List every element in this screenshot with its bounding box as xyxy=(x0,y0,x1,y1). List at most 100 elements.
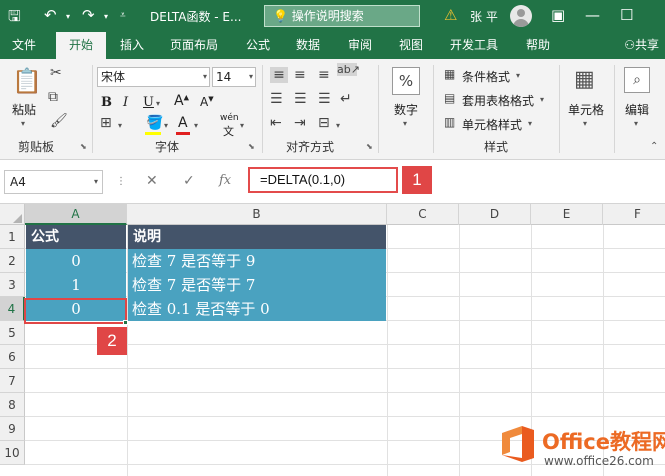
user-name[interactable]: 张 平 xyxy=(470,8,498,25)
paste-button[interactable]: 粘贴 xyxy=(12,101,36,118)
row-header-5[interactable]: 5 xyxy=(0,321,25,345)
tab-help[interactable]: 帮助 xyxy=(526,32,550,59)
format-as-table-button[interactable]: 套用表格格式 xyxy=(462,92,534,109)
redo-dropdown-icon[interactable]: ▾ xyxy=(104,12,108,21)
column-header-f[interactable]: F xyxy=(603,204,665,225)
warning-icon[interactable]: ⚠ xyxy=(444,6,457,24)
copy-icon[interactable]: ⧉ xyxy=(48,89,58,105)
undo-icon[interactable]: ↶ xyxy=(44,6,57,24)
decrease-font-icon[interactable]: A▼ xyxy=(200,95,214,109)
conditional-format-button[interactable]: 条件格式 xyxy=(462,68,510,85)
cell-b2[interactable]: 检查 7 是否等于 9 xyxy=(128,249,386,273)
editing-button[interactable]: 编辑 xyxy=(625,101,649,118)
share-button[interactable]: ⚇共享 xyxy=(624,32,659,59)
tab-view[interactable]: 视图 xyxy=(399,32,423,59)
orientation-icon[interactable]: ab↗ xyxy=(337,63,360,76)
format-painter-icon[interactable]: 🖌 xyxy=(50,113,68,129)
cell-styles-button[interactable]: 单元格样式 xyxy=(462,116,522,133)
column-header-c[interactable]: C xyxy=(387,204,459,225)
tab-insert[interactable]: 插入 xyxy=(120,32,144,59)
fill-color-icon[interactable]: 🪣 xyxy=(146,115,163,131)
merge-center-icon[interactable]: ⊟ xyxy=(318,115,330,131)
align-right-icon[interactable]: ☰ xyxy=(318,91,331,107)
column-header-d[interactable]: D xyxy=(459,204,531,225)
align-top-icon[interactable]: ≡ xyxy=(270,67,288,83)
wrap-text-icon[interactable]: ↵ xyxy=(340,91,352,107)
italic-button[interactable]: I xyxy=(123,95,128,110)
phonetic-dropdown-icon[interactable]: ▾ xyxy=(240,121,244,130)
number-format-button[interactable]: 数字 xyxy=(394,101,418,118)
fill-color-dropdown-icon[interactable]: ▾ xyxy=(164,121,168,130)
customize-quick-access-icon[interactable]: ⩡ xyxy=(120,10,126,21)
align-bottom-icon[interactable]: ≡ xyxy=(318,67,330,83)
tab-review[interactable]: 审阅 xyxy=(348,32,372,59)
formula-input[interactable]: =DELTA(0.1,0) xyxy=(248,167,398,193)
conditional-dropdown-icon[interactable]: ▾ xyxy=(516,71,520,80)
tab-developer[interactable]: 开发工具 xyxy=(450,32,498,59)
row-header-1[interactable]: 1 xyxy=(0,225,25,249)
column-header-a[interactable]: A xyxy=(25,204,127,225)
row-header-6[interactable]: 6 xyxy=(0,345,25,369)
font-color-icon[interactable]: A xyxy=(178,115,188,131)
tab-home[interactable]: 开始 xyxy=(56,32,106,60)
cells-dropdown-icon[interactable]: ▾ xyxy=(583,119,587,128)
collapse-ribbon-icon[interactable]: ⌃ xyxy=(650,141,658,152)
underline-button[interactable]: U xyxy=(143,95,154,110)
tab-formulas[interactable]: 公式 xyxy=(246,32,270,59)
paste-icon[interactable]: 📋 xyxy=(12,67,42,95)
cell-a2[interactable]: 0 xyxy=(26,249,126,273)
fill-handle[interactable] xyxy=(123,320,128,325)
tab-file[interactable]: 文件 xyxy=(12,32,36,59)
search-icon[interactable]: ⌕ xyxy=(624,67,650,93)
column-header-e[interactable]: E xyxy=(531,204,603,225)
bold-button[interactable]: B xyxy=(101,95,112,110)
number-dropdown-icon[interactable]: ▾ xyxy=(403,119,407,128)
select-all-button[interactable] xyxy=(0,204,25,225)
tab-data[interactable]: 数据 xyxy=(296,32,320,59)
increase-indent-icon[interactable]: ⇥ xyxy=(294,115,306,131)
align-center-icon[interactable]: ☰ xyxy=(294,91,307,107)
merge-dropdown-icon[interactable]: ▾ xyxy=(336,121,340,130)
cell-b3[interactable]: 检查 7 是否等于 7 xyxy=(128,273,386,297)
alignment-launcher-icon[interactable]: ⬊ xyxy=(366,142,373,151)
align-left-icon[interactable]: ☰ xyxy=(270,91,283,107)
insert-function-icon[interactable]: fx xyxy=(219,173,231,188)
save-icon[interactable]: 🖫 xyxy=(8,6,21,31)
font-color-dropdown-icon[interactable]: ▾ xyxy=(194,121,198,130)
enter-icon[interactable]: ✓ xyxy=(183,173,195,189)
align-middle-icon[interactable]: ≡ xyxy=(294,67,306,83)
redo-icon[interactable]: ↷ xyxy=(82,6,95,24)
phonetic-guide-button[interactable]: wén xyxy=(220,113,239,123)
undo-dropdown-icon[interactable]: ▾ xyxy=(66,12,70,21)
maximize-icon[interactable]: ☐ xyxy=(620,6,633,24)
cell-b1[interactable]: 说明 xyxy=(128,225,386,249)
font-launcher-icon[interactable]: ⬊ xyxy=(248,142,255,151)
row-header-10[interactable]: 10 xyxy=(0,441,25,465)
cancel-icon[interactable]: ✕ xyxy=(146,173,158,189)
dots-handle-icon[interactable]: ⋮ xyxy=(116,176,126,187)
row-header-7[interactable]: 7 xyxy=(0,369,25,393)
cell-styles-dropdown-icon[interactable]: ▾ xyxy=(528,119,532,128)
cell-a1[interactable]: 公式 xyxy=(26,225,126,249)
percent-icon[interactable]: % xyxy=(392,67,420,95)
cell-a3[interactable]: 1 xyxy=(26,273,126,297)
decrease-indent-icon[interactable]: ⇤ xyxy=(270,115,282,131)
table-dropdown-icon[interactable]: ▾ xyxy=(540,95,544,104)
border-dropdown-icon[interactable]: ▾ xyxy=(118,121,122,130)
row-header-8[interactable]: 8 xyxy=(0,393,25,417)
cut-icon[interactable]: ✂ xyxy=(50,65,62,81)
clipboard-launcher-icon[interactable]: ⬊ xyxy=(80,142,87,151)
avatar[interactable] xyxy=(510,5,532,27)
column-header-b[interactable]: B xyxy=(127,204,387,225)
cell-b4[interactable]: 检查 0.1 是否等于 0 xyxy=(128,297,386,321)
ribbon-display-options-icon[interactable]: ▣ xyxy=(551,6,565,24)
underline-dropdown-icon[interactable]: ▾ xyxy=(156,99,160,108)
font-name-combo[interactable]: 宋体 ▾ xyxy=(97,67,210,87)
row-header-2[interactable]: 2 xyxy=(0,249,25,273)
cells-button[interactable]: 单元格 xyxy=(568,101,604,118)
increase-font-icon[interactable]: A▲ xyxy=(174,93,189,109)
row-header-3[interactable]: 3 xyxy=(0,273,25,297)
name-box[interactable]: A4 ▾ xyxy=(4,170,103,194)
paste-dropdown-icon[interactable]: ▾ xyxy=(21,119,25,128)
tab-page-layout[interactable]: 页面布局 xyxy=(170,32,218,59)
